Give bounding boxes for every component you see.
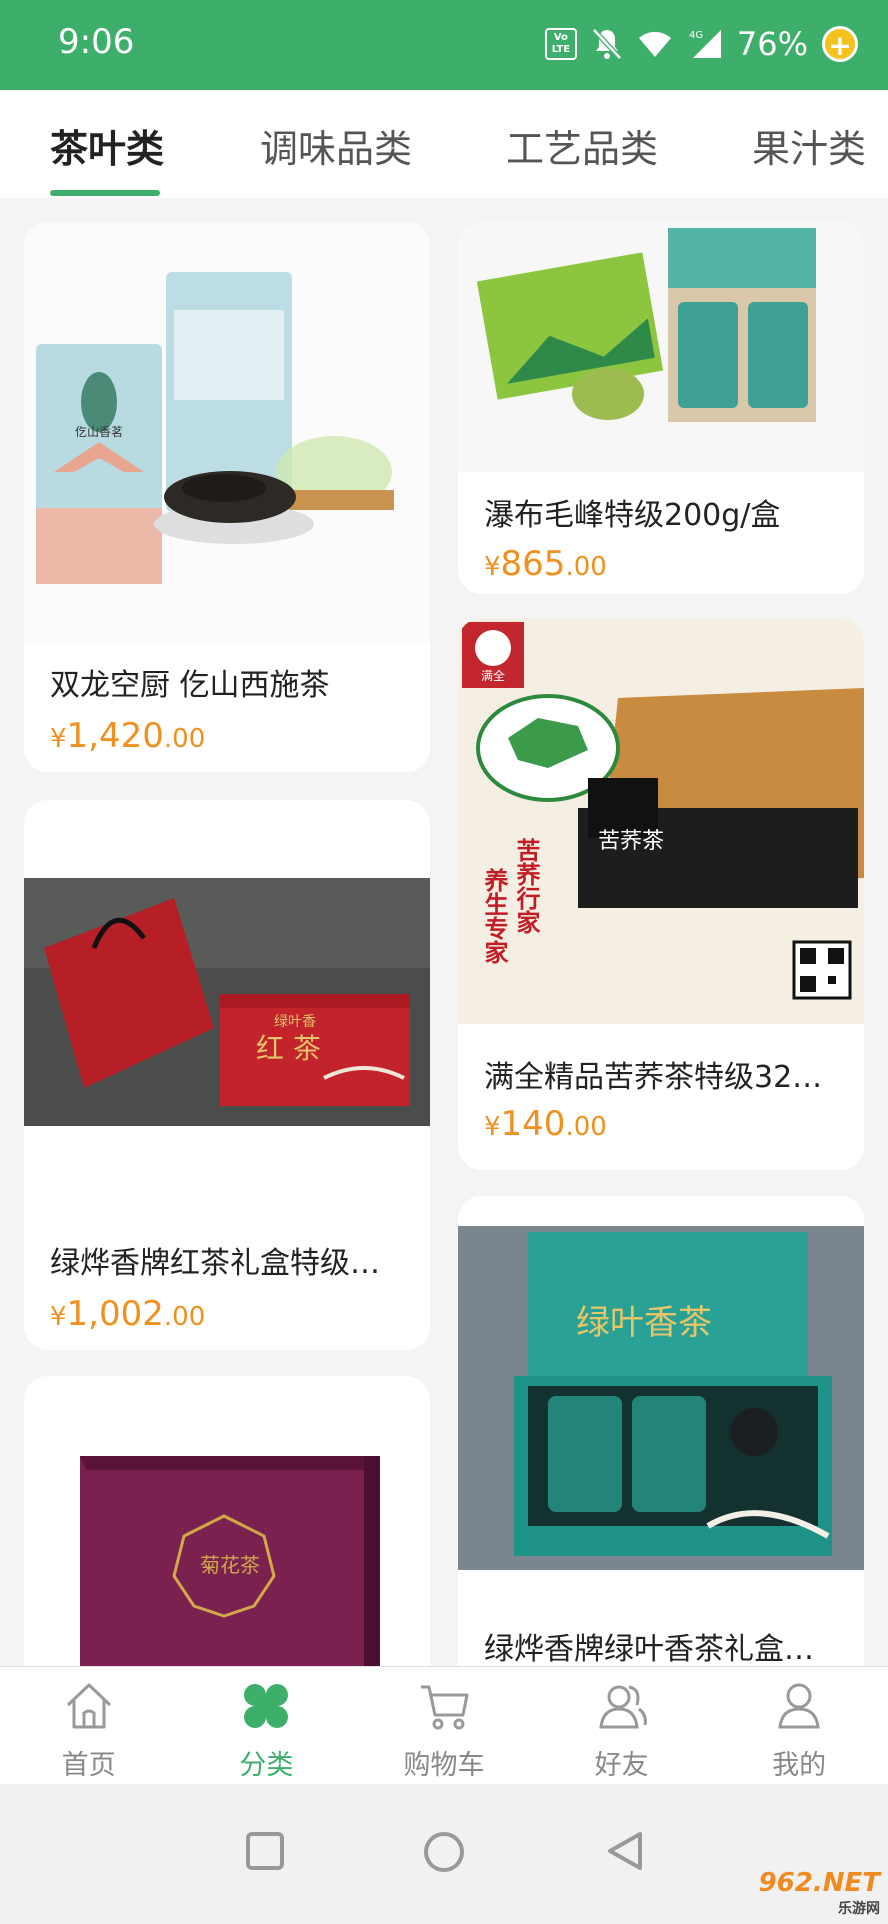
- tab-juice[interactable]: 果汁类: [752, 118, 866, 173]
- nav-home[interactable]: 首页: [0, 1667, 178, 1784]
- svg-text:苦荞行家: 苦荞行家: [512, 838, 541, 935]
- product-title: 满全精品苦荞茶特级32…: [484, 1060, 823, 1095]
- product-card[interactable]: 绿叶香茶 绿烨香牌绿叶香茶礼盒…: [458, 1196, 864, 1666]
- cart-icon: [417, 1679, 471, 1737]
- product-card[interactable]: 菊花茶: [24, 1376, 430, 1666]
- product-price: ¥1,002.00: [50, 1294, 206, 1334]
- product-title: 绿烨香牌红茶礼盒特级…: [50, 1246, 380, 1281]
- product-card[interactable]: 满全 苦荞茶 苦荞行家 养生专家 满全精品苦荞茶特级32… ¥140.00: [458, 618, 864, 1170]
- product-title: 瀑布毛峰特级200g/盒: [484, 498, 781, 533]
- status-bar: 9:06 Vo LTE 4G 76% +: [0, 0, 888, 90]
- svg-text:绿叶香: 绿叶香: [274, 1014, 316, 1030]
- product-image: 满全 苦荞茶 苦荞行家 养生专家: [458, 618, 864, 1024]
- back-button[interactable]: [604, 1830, 646, 1876]
- status-icons: Vo LTE 4G 76% +: [544, 22, 858, 66]
- nav-profile-label: 我的: [772, 1750, 827, 1781]
- svg-text:养生专家: 养生专家: [480, 867, 509, 965]
- nav-cart[interactable]: 购物车: [355, 1667, 533, 1784]
- tab-seasoning[interactable]: 调味品类: [260, 118, 412, 173]
- system-nav-bar: 962.NET 乐游网: [0, 1784, 888, 1924]
- nav-category-label: 分类: [239, 1750, 294, 1781]
- product-image: 绿叶香茶: [458, 1226, 864, 1570]
- svg-text:绿叶香茶: 绿叶香茶: [576, 1303, 712, 1343]
- home-icon: [62, 1679, 116, 1737]
- product-image: 仡山香茗: [24, 222, 430, 642]
- mute-icon: [591, 27, 623, 61]
- product-card[interactable]: 瀑布毛峰特级200g/盒 ¥865.00: [458, 222, 864, 594]
- status-time: 9:06: [58, 22, 135, 62]
- profile-icon: [772, 1679, 826, 1737]
- product-title: 双龙空厨 仡山西施茶: [50, 668, 330, 703]
- category-tabs: 茶叶类 调味品类 工艺品类 果汁类: [0, 90, 888, 198]
- product-grid: 仡山香茗 双龙空厨 仡山西施茶 ¥1,420.00 瀑布毛峰特级200g/盒 ¥…: [0, 198, 888, 1666]
- wifi-icon: [637, 29, 673, 59]
- product-image: [458, 222, 864, 472]
- volte-icon: Vo LTE: [544, 28, 577, 60]
- product-price: ¥1,420.00: [50, 716, 206, 756]
- tab-active-indicator: [50, 190, 160, 196]
- nav-friends-label: 好友: [594, 1750, 649, 1781]
- category-icon: [239, 1679, 293, 1737]
- product-price: ¥140.00: [484, 1104, 607, 1144]
- product-image: 菊花茶: [24, 1446, 430, 1666]
- recent-apps-button[interactable]: [244, 1830, 286, 1876]
- watermark-logo: 962.NET 乐游网: [758, 1868, 880, 1917]
- product-card[interactable]: 仡山香茗 双龙空厨 仡山西施茶 ¥1,420.00: [24, 222, 430, 772]
- svg-text:苦荞茶: 苦荞茶: [598, 829, 664, 854]
- product-title: 绿烨香牌绿叶香茶礼盒…: [484, 1632, 814, 1666]
- battery-saver-icon: +: [822, 26, 858, 62]
- bottom-nav: 首页 分类 购物车 好友 我的: [0, 1666, 888, 1784]
- nav-cart-label: 购物车: [403, 1750, 485, 1781]
- friends-icon: [595, 1679, 649, 1737]
- product-image: 红 茶 绿叶香: [24, 878, 430, 1126]
- tab-tea[interactable]: 茶叶类: [50, 118, 164, 173]
- product-card[interactable]: 红 茶 绿叶香 绿烨香牌红茶礼盒特级… ¥1,002.00: [24, 800, 430, 1350]
- product-price: ¥865.00: [484, 544, 607, 584]
- nav-profile[interactable]: 我的: [710, 1667, 888, 1784]
- nav-friends[interactable]: 好友: [533, 1667, 711, 1784]
- svg-text:满全: 满全: [481, 668, 505, 683]
- battery-percent: 76%: [736, 25, 808, 63]
- signal-icon: 4G: [687, 28, 723, 60]
- svg-text:红 茶: 红 茶: [256, 1032, 321, 1065]
- home-button[interactable]: [422, 1830, 466, 1878]
- nav-home-label: 首页: [61, 1750, 116, 1781]
- svg-text:4G: 4G: [689, 30, 703, 41]
- svg-text:仡山香茗: 仡山香茗: [75, 425, 123, 439]
- svg-text:菊花茶: 菊花茶: [200, 1553, 260, 1577]
- nav-category[interactable]: 分类: [178, 1667, 356, 1784]
- tab-crafts[interactable]: 工艺品类: [506, 118, 658, 173]
